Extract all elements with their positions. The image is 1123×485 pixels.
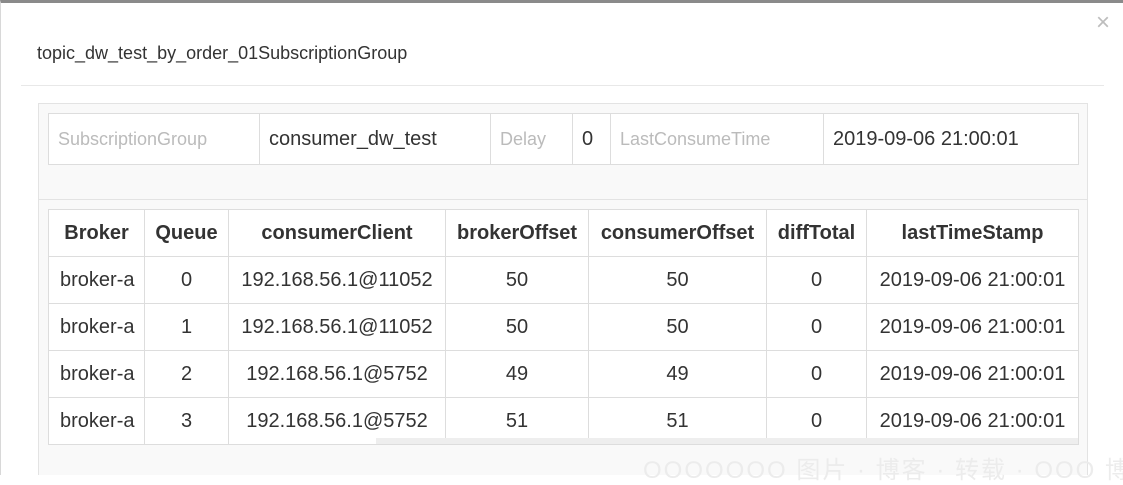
broker-cell: broker-a bbox=[48, 256, 145, 304]
queue-cell: 2 bbox=[144, 350, 229, 398]
consumer-client-cell: 192.168.56.1@11052 bbox=[228, 303, 446, 351]
subscription-group-value: consumer_dw_test bbox=[259, 113, 491, 165]
broker-cell: broker-a bbox=[48, 303, 145, 351]
broker-offset-cell: 49 bbox=[445, 350, 589, 398]
queue-cell: 1 bbox=[144, 303, 229, 351]
diff-total-cell: 0 bbox=[766, 350, 867, 398]
delay-value: 0 bbox=[572, 113, 611, 165]
broker-cell: broker-a bbox=[48, 397, 145, 445]
consumer-offset-cell: 49 bbox=[588, 350, 767, 398]
broker-offset-cell: 50 bbox=[445, 303, 589, 351]
column-header-broker-offset: brokerOffset bbox=[445, 209, 589, 257]
column-header-diff-total: diffTotal bbox=[766, 209, 867, 257]
diff-total-cell: 0 bbox=[766, 256, 867, 304]
last-timestamp-cell: 2019-09-06 21:00:01 bbox=[866, 256, 1079, 304]
horizontal-scrollbar[interactable] bbox=[376, 438, 1078, 444]
last-timestamp-cell: 2019-09-06 21:00:01 bbox=[866, 303, 1079, 351]
diff-total-cell: 0 bbox=[766, 303, 867, 351]
broker-cell: broker-a bbox=[48, 350, 145, 398]
delay-label: Delay bbox=[490, 113, 573, 165]
watermark: OOOOOOO 图片 · 博客 · 转载 · OOO 博客 bbox=[643, 457, 1123, 484]
consumer-offset-table: Broker Queue consumerClient brokerOffset… bbox=[48, 209, 1079, 445]
header-divider bbox=[21, 85, 1104, 86]
subscription-info-table: SubscriptionGroup consumer_dw_test Delay… bbox=[48, 113, 1079, 165]
column-header-last-timestamp: lastTimeStamp bbox=[866, 209, 1079, 257]
close-icon[interactable]: × bbox=[1096, 11, 1110, 35]
table-row: broker-a 1 192.168.56.1@11052 50 50 0 20… bbox=[48, 303, 1079, 351]
column-header-consumer-offset: consumerOffset bbox=[588, 209, 767, 257]
subscription-group-modal: topic_dw_test_by_order_01SubscriptionGro… bbox=[0, 0, 1123, 484]
subscription-group-label: SubscriptionGroup bbox=[48, 113, 260, 165]
column-header-queue: Queue bbox=[144, 209, 229, 257]
consumer-offset-cell: 50 bbox=[588, 256, 767, 304]
broker-offset-cell: 50 bbox=[445, 256, 589, 304]
last-consume-time-value: 2019-09-06 21:00:01 bbox=[823, 113, 1079, 165]
table-row: broker-a 0 192.168.56.1@11052 50 50 0 20… bbox=[48, 256, 1079, 304]
column-header-broker: Broker bbox=[48, 209, 145, 257]
consumer-client-cell: 192.168.56.1@5752 bbox=[228, 350, 446, 398]
table-header-row: Broker Queue consumerClient brokerOffset… bbox=[48, 209, 1079, 257]
queue-cell: 0 bbox=[144, 256, 229, 304]
consumer-offset-cell: 50 bbox=[588, 303, 767, 351]
table-row: broker-a 2 192.168.56.1@5752 49 49 0 201… bbox=[48, 350, 1079, 398]
last-consume-time-label: LastConsumeTime bbox=[610, 113, 824, 165]
modal-title: topic_dw_test_by_order_01SubscriptionGro… bbox=[37, 43, 408, 63]
section-divider bbox=[39, 199, 1087, 200]
last-timestamp-cell: 2019-09-06 21:00:01 bbox=[866, 350, 1079, 398]
consumer-client-cell: 192.168.56.1@11052 bbox=[228, 256, 446, 304]
queue-cell: 3 bbox=[144, 397, 229, 445]
column-header-consumer-client: consumerClient bbox=[228, 209, 446, 257]
